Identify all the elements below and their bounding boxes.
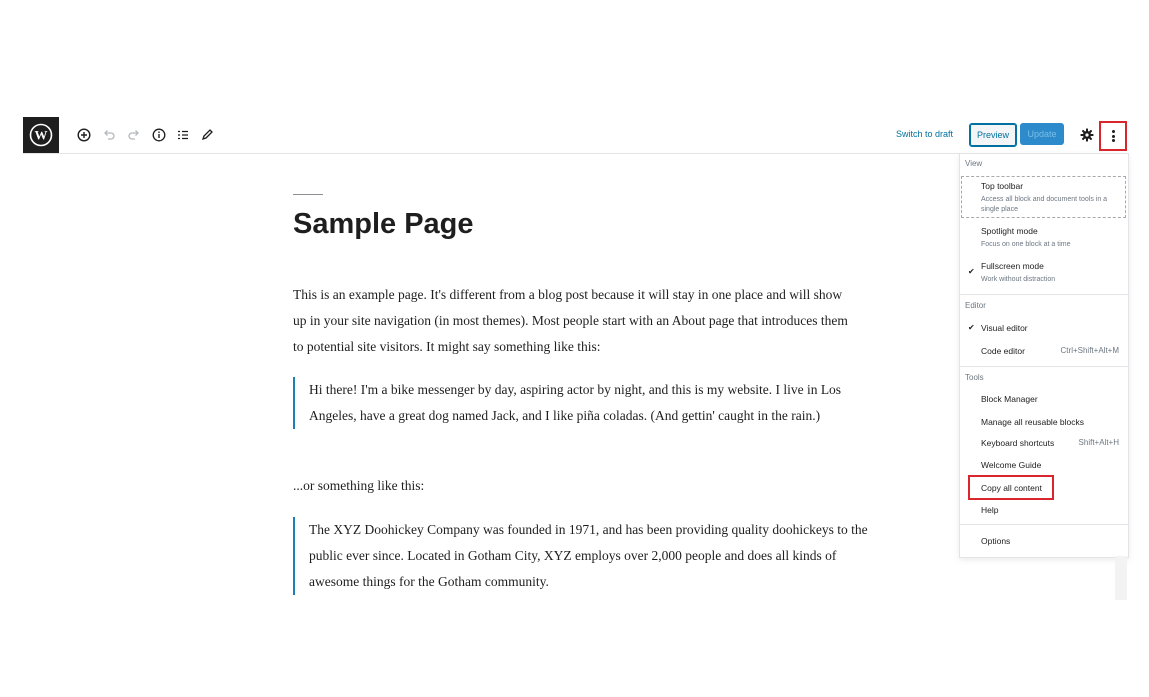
more-options-button[interactable] xyxy=(1099,121,1127,151)
menu-item-help[interactable]: Help xyxy=(981,505,998,515)
scrollbar-track[interactable] xyxy=(1115,556,1127,600)
menu-heading-tools: Tools xyxy=(965,373,984,382)
shortcut-keyboard: Shift+Alt+H xyxy=(1078,438,1119,447)
menu-item-fullscreen[interactable]: Fullscreen mode xyxy=(981,261,1044,271)
menu-item-options[interactable]: Options xyxy=(981,536,1010,546)
paragraph-block[interactable]: ...or something like this: xyxy=(293,473,853,499)
quote-block[interactable]: The XYZ Doohickey Company was founded in… xyxy=(293,517,869,595)
menu-desc-top-toolbar: Access all block and document tools in a… xyxy=(981,196,1108,213)
wordpress-logo[interactable]: W xyxy=(23,117,59,153)
menu-item-manage-reusable-blocks[interactable]: Manage all reusable blocks xyxy=(981,417,1084,427)
list-view-icon[interactable] xyxy=(174,126,192,144)
shortcut-code-editor: Ctrl+Shift+Alt+M xyxy=(1060,346,1119,355)
svg-text:W: W xyxy=(35,128,48,143)
menu-item-welcome-guide[interactable]: Welcome Guide xyxy=(981,460,1041,470)
undo-icon[interactable] xyxy=(100,126,118,144)
edit-icon[interactable] xyxy=(198,126,216,144)
page-title[interactable]: Sample Page xyxy=(293,208,474,241)
menu-desc-fullscreen: Work without distraction xyxy=(981,276,1056,283)
menu-item-code-editor[interactable]: Code editor xyxy=(981,346,1025,356)
quote-block[interactable]: Hi there! I'm a bike messenger by day, a… xyxy=(293,377,869,429)
redo-icon[interactable] xyxy=(125,126,143,144)
menu-desc-spotlight: Focus on one block at a time xyxy=(981,241,1071,248)
menu-item-visual-editor[interactable]: Visual editor xyxy=(981,323,1028,333)
menu-divider xyxy=(960,524,1128,525)
switch-to-draft-button[interactable]: Switch to draft xyxy=(896,129,953,139)
menu-item-spotlight[interactable]: Spotlight mode xyxy=(981,226,1038,236)
vertical-ellipsis-icon xyxy=(1111,129,1115,144)
more-options-menu: View Top toolbar Access all block and do… xyxy=(959,153,1129,558)
paragraph-block[interactable]: This is an example page. It's different … xyxy=(293,282,853,360)
settings-gear-icon[interactable] xyxy=(1078,126,1096,144)
menu-item-top-toolbar[interactable]: Top toolbar xyxy=(981,181,1023,191)
add-block-icon[interactable] xyxy=(75,126,93,144)
menu-divider xyxy=(960,366,1128,367)
menu-item-block-manager[interactable]: Block Manager xyxy=(981,394,1038,404)
preview-button[interactable]: Preview xyxy=(969,123,1017,147)
wordpress-icon: W xyxy=(29,123,53,147)
menu-heading-editor: Editor xyxy=(965,301,986,310)
menu-heading-view: View xyxy=(965,159,983,168)
checkmark-icon: ✔ xyxy=(968,267,975,276)
info-icon[interactable] xyxy=(150,126,168,144)
menu-divider xyxy=(960,294,1128,295)
update-button[interactable]: Update xyxy=(1020,123,1064,145)
menu-item-keyboard-shortcuts[interactable]: Keyboard shortcuts xyxy=(981,438,1054,448)
menu-item-copy-all-content[interactable]: Copy all content xyxy=(981,483,1042,493)
title-separator xyxy=(293,194,323,195)
editor-toolbar: W Switch to draft Preview Update xyxy=(23,117,1127,154)
checkmark-icon: ✔ xyxy=(968,323,975,332)
